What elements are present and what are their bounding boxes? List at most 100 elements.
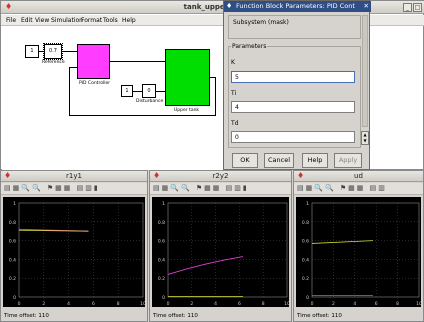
x-tick-label: 10 <box>140 301 146 307</box>
dialog-icon: ♦ <box>226 2 233 10</box>
constant-block-2[interactable]: 1 <box>121 85 133 97</box>
scope-window-r1y1: ♦ r1y1 ▤▦🔍🔍 ⚑▦▦ ▤▥▮ 1 0.8 0.6 0.4 0.2 0 0 2 4 6 8 1… <box>0 170 148 322</box>
time-offset-label: Time offset: 110 <box>153 313 198 319</box>
plot-frame <box>311 202 420 298</box>
y-tick-label: 0.4 <box>9 257 16 263</box>
signal-line <box>110 61 165 62</box>
x-tick-label: 6 <box>92 301 95 307</box>
toolbar-icons[interactable]: ▤▦🔍🔍 ⚑▦▦ ▤▥▮ <box>4 184 100 192</box>
scope-toolbar: ▤▦🔍🔍 ⚑▦▦ ▤▥▮ <box>150 183 291 195</box>
scope-title: r2y2 <box>212 172 229 180</box>
menu-help[interactable]: Help <box>122 17 136 24</box>
x-tick-label: 10 <box>416 301 422 307</box>
x-tick-label: 4 <box>67 301 70 307</box>
x-tick-label: 0 <box>311 301 314 307</box>
signal-line <box>133 91 142 92</box>
scope-plot[interactable]: 1 0.8 0.6 0.4 0.2 0 0 2 4 6 8 10 <box>152 197 290 307</box>
td-label: Td <box>231 120 239 127</box>
scope-toolbar: ▤▦🔍🔍 ⚑▦▦ ▤▥▮ <box>1 183 147 195</box>
x-tick-label: 2 <box>332 301 335 307</box>
feedback-line <box>69 67 70 115</box>
x-tick-label: 4 <box>214 301 217 307</box>
close-icon[interactable]: ✕ <box>364 2 369 10</box>
gain-block[interactable]: 0.7 <box>43 43 63 60</box>
scope-plot[interactable]: 1 0.8 0.6 0.4 0.2 0 0 2 4 6 8 10 <box>296 197 422 307</box>
y-tick-label: 0.2 <box>302 276 309 282</box>
y-tick-label: 0.6 <box>9 239 16 245</box>
dialog-scrollbar[interactable] <box>362 15 368 127</box>
scope-plot-svg: 1 0.8 0.6 0.4 0.2 00 2 4 6 8 10 <box>158 201 290 307</box>
x-tick-label: 0 <box>18 301 21 307</box>
menu-format[interactable]: Format <box>81 17 102 24</box>
scope-plot[interactable]: 1 0.8 0.6 0.4 0.2 0 0 2 4 6 8 10 <box>3 197 146 307</box>
constant-block-1[interactable]: 1 <box>25 45 39 58</box>
y-tick-label: 0 <box>13 295 16 301</box>
feedback-line <box>69 115 216 116</box>
dialog-title-bar: ♦ Function Block Parameters: PID Cont ✕ <box>224 1 371 12</box>
toolbar-icons[interactable]: ▤▦🔍🔍 ⚑▦▦ ▤▥▮ <box>153 184 249 192</box>
menu-simulation[interactable]: Simulation <box>51 17 83 24</box>
toolbar-icons[interactable]: ▤▦🔍🔍 ⚑▦▦ ▤▥ <box>297 184 387 192</box>
y-tick-label: 0.8 <box>9 220 16 226</box>
constant-block-3[interactable]: 0 <box>142 84 156 98</box>
scope-plot-svg: 1 0.8 0.6 0.4 0.2 00 2 4 6 8 10 <box>9 201 146 307</box>
minimize-button[interactable]: _ <box>403 3 412 12</box>
subsystem-label: Subsystem (mask) <box>233 19 289 26</box>
x-tick-label: 6 <box>375 301 378 307</box>
plot-frame <box>18 202 144 298</box>
ok-button[interactable]: OK <box>232 153 258 168</box>
x-tick-label: 2 <box>190 301 193 307</box>
y-tick-label: 0.8 <box>158 220 165 226</box>
x-tick-label: 8 <box>117 301 120 307</box>
y-tick-label: 0 <box>162 295 165 301</box>
y-tick-label: 1 <box>162 201 165 207</box>
ti-label: Ti <box>231 90 237 97</box>
signal-line <box>156 91 165 92</box>
menu-tools[interactable]: Tools <box>103 17 118 24</box>
disturbance-label: Disturbance <box>136 99 164 104</box>
y-tick-label: 0 <box>306 295 309 301</box>
y-tick-label: 1 <box>306 201 309 207</box>
x-tick-label: 8 <box>262 301 265 307</box>
menu-file[interactable]: File <box>6 17 16 24</box>
scope-toolbar: ▤▦🔍🔍 ⚑▦▦ ▤▥ <box>294 183 423 195</box>
reference-label: Reference <box>42 60 65 65</box>
x-tick-label: 8 <box>396 301 399 307</box>
dialog-title: Function Block Parameters: PID Cont <box>236 2 355 10</box>
k-input[interactable]: 5 <box>231 71 355 83</box>
time-offset-label: Time offset: 110 <box>4 313 49 319</box>
upper-tank-block[interactable] <box>165 49 210 106</box>
pid-controller-block[interactable] <box>77 44 110 79</box>
maximize-button[interactable]: □ <box>413 3 422 12</box>
x-tick-label: 0 <box>167 301 170 307</box>
scope-window-r2y2: ♦ r2y2 ▤▦🔍🔍 ⚑▦▦ ▤▥▮ 1 0.8 0.6 0.4 0.2 0 0 2 4 6 8 1… <box>149 170 292 322</box>
plot-frame <box>167 202 288 298</box>
td-spinner[interactable]: ▲ ▼ <box>361 131 369 145</box>
trace-yellow <box>18 229 89 232</box>
x-tick-label: 4 <box>353 301 356 307</box>
tank-label: Upper tank <box>174 108 200 113</box>
scope-title: ud <box>354 172 363 180</box>
ti-input[interactable]: 4 <box>231 101 355 113</box>
y-tick-label: 0.4 <box>302 257 309 263</box>
scope-title-bar: ♦ ud <box>294 171 423 182</box>
cancel-button[interactable]: Cancel <box>264 153 294 168</box>
menu-view[interactable]: View <box>35 17 49 24</box>
help-button[interactable]: Help <box>302 153 328 168</box>
y-tick-label: 1 <box>13 201 16 207</box>
k-label: K <box>231 59 235 66</box>
signal-line <box>62 51 77 52</box>
pid-label: PID Controller <box>79 81 111 86</box>
feedback-line <box>69 67 77 68</box>
subsystem-frame: Subsystem (mask) <box>228 15 361 39</box>
y-tick-label: 0.6 <box>302 239 309 245</box>
model-canvas[interactable]: 1 0.7 Reference PID Controller 1 0 Distu… <box>2 27 224 170</box>
scope-window-ud: ♦ ud ▤▦🔍🔍 ⚑▦▦ ▤▥ 1 0.8 0.6 0.4 0.2 0 0 2 4 6 8 10 T… <box>293 170 424 322</box>
parameters-label: Parameters <box>231 43 268 50</box>
menu-edit[interactable]: Edit <box>21 17 33 24</box>
td-input[interactable]: 0 <box>231 131 355 143</box>
y-tick-label: 0.8 <box>302 220 309 226</box>
apply-button[interactable]: Apply <box>334 153 362 168</box>
x-tick-label: 10 <box>284 301 290 307</box>
y-tick-label: 0.2 <box>158 276 165 282</box>
